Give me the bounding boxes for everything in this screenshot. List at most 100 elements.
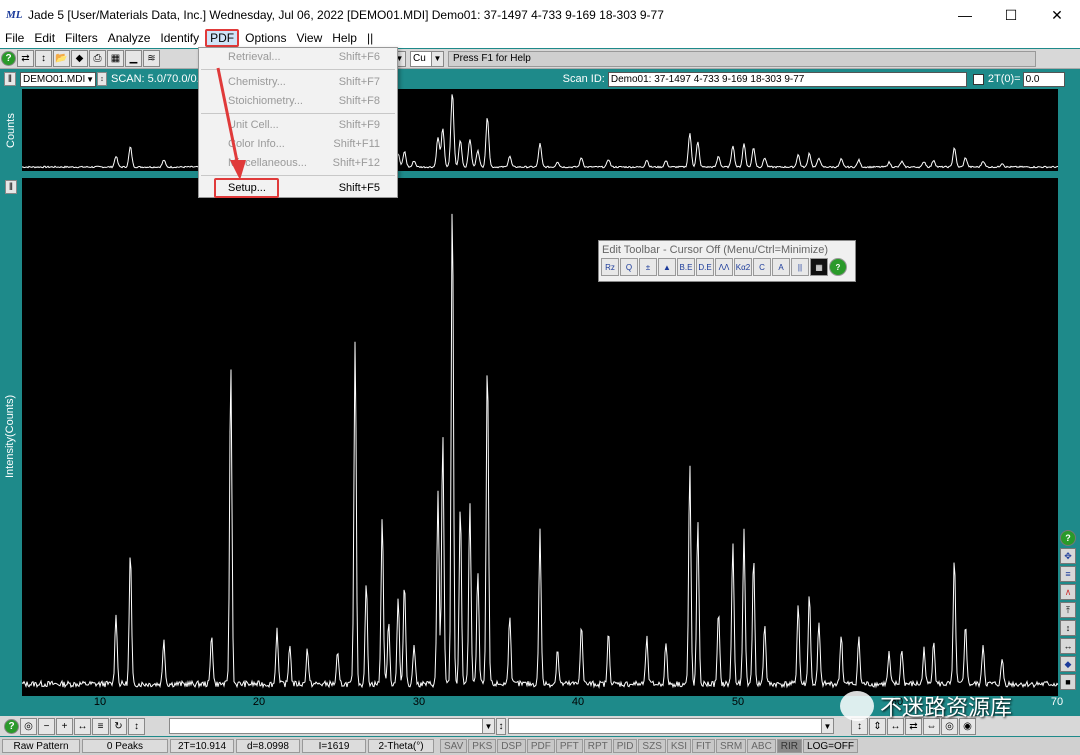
- pattern-icon[interactable]: ≋: [143, 50, 160, 67]
- x-tick-label: 10: [93, 696, 107, 708]
- scan-id-field[interactable]: Demo01: 37-1497 4-733 9-169 18-303 9-77: [607, 71, 967, 87]
- status-flag-pks[interactable]: PKS: [468, 739, 497, 753]
- maximize-button[interactable]: ☐: [988, 0, 1034, 30]
- vertical-icon[interactable]: ↕: [1060, 620, 1076, 636]
- bars-icon[interactable]: ▁: [125, 50, 142, 67]
- main-toolbar: ? ⇄ ↕ 📂 ◆ ⎙ ▦ ▁ ≋ ▼ Cu ▼ Press F1 for He…: [0, 49, 1080, 69]
- transfer-icon[interactable]: ⇄: [17, 50, 34, 67]
- status-flag-srm[interactable]: SRM: [716, 739, 747, 753]
- help-icon[interactable]: ?: [4, 718, 19, 734]
- overlay-selector[interactable]: ▼: [508, 718, 834, 734]
- menu-filters[interactable]: Filters: [60, 31, 103, 45]
- background-edit-icon[interactable]: B.E: [677, 258, 695, 276]
- file-selector[interactable]: DEMO01.MDI ▼: [20, 71, 96, 87]
- status-flag-szs[interactable]: SZS: [638, 739, 666, 753]
- side-toolbar: ? ✥ ≡ ∧ ⤒ ↕ ↔ ◆ ■: [1060, 530, 1078, 692]
- horizontal-icon[interactable]: ↔: [1060, 638, 1076, 654]
- menu-separator[interactable]: ||: [362, 31, 378, 45]
- scan-range: SCAN: 5.0/70.0/0.: [111, 73, 200, 85]
- twotheta-field[interactable]: 0.0: [1022, 71, 1065, 87]
- status-flag-rpt[interactable]: RPT: [583, 739, 612, 753]
- zoom-in-icon[interactable]: ✥: [1060, 548, 1076, 564]
- marker-icon[interactable]: A: [772, 258, 790, 276]
- status-flag-sav[interactable]: SAV: [440, 739, 468, 753]
- window-controls: — ☐ ✕: [942, 0, 1080, 30]
- status-peaks: 0 Peaks: [82, 739, 168, 753]
- grid-icon[interactable]: ▦: [810, 258, 828, 276]
- refresh-icon[interactable]: ↻: [110, 717, 127, 735]
- twotheta-checkbox[interactable]: [972, 73, 984, 85]
- menu-pdf[interactable]: PDF: [205, 29, 240, 47]
- compress-icon[interactable]: ≡: [1060, 566, 1076, 582]
- close-button[interactable]: ✕: [1034, 0, 1080, 30]
- watermark: 不迷路资源库: [840, 686, 1012, 726]
- status-mode: 2-Theta(°): [368, 739, 434, 753]
- chevron-down-icon: ▼: [482, 719, 494, 733]
- target-icon[interactable]: ◎: [20, 717, 37, 735]
- help-icon[interactable]: ?: [1060, 530, 1076, 546]
- peak-icon[interactable]: ∧: [1060, 584, 1076, 600]
- status-flag-pdf[interactable]: PDF: [526, 739, 555, 753]
- main-svg: [21, 213, 1059, 689]
- split-icon[interactable]: ↔: [74, 717, 91, 735]
- status-flag-fit[interactable]: FIT: [692, 739, 715, 753]
- lines-icon[interactable]: ||: [791, 258, 809, 276]
- menu-help[interactable]: Help: [327, 31, 362, 45]
- menu-edit[interactable]: Edit: [29, 31, 60, 45]
- menu-view[interactable]: View: [291, 31, 327, 45]
- status-flag-pft[interactable]: PFT: [555, 739, 583, 753]
- top-ylabel: Counts: [5, 113, 17, 148]
- x-tick-label: 20: [252, 696, 266, 708]
- menu-item-shortcut: Shift+F6: [338, 51, 380, 63]
- minimize-button[interactable]: —: [942, 0, 988, 30]
- clear-icon[interactable]: C: [753, 258, 771, 276]
- zoom-icon[interactable]: Q: [620, 258, 638, 276]
- twotheta-label: 2T(0)=: [987, 73, 1021, 85]
- menu-file[interactable]: File: [0, 31, 29, 45]
- file-name: DEMO01.MDI: [23, 73, 86, 85]
- help-icon[interactable]: ?: [829, 258, 847, 276]
- menu-item-shortcut: Shift+F8: [338, 95, 380, 107]
- diamond-icon[interactable]: ◆: [71, 50, 88, 67]
- status-flag-pid[interactable]: PID: [612, 739, 638, 753]
- updown-icon[interactable]: ↕: [128, 717, 145, 735]
- edit-toolbar-window[interactable]: Edit Toolbar - Cursor Off (Menu/Ctrl=Min…: [598, 240, 856, 282]
- status-flag-abc[interactable]: ABC: [747, 739, 776, 753]
- status-flag-dsp[interactable]: DSP: [497, 739, 526, 753]
- peaks-icon[interactable]: ΛΛ: [715, 258, 733, 276]
- scan-row: ‖ DEMO01.MDI ▼ ↕ SCAN: 5.0/70.0/0. Scan …: [0, 70, 1080, 88]
- save-icon[interactable]: ▦: [107, 50, 124, 67]
- open-folder-icon[interactable]: 📂: [53, 50, 70, 67]
- menu-options[interactable]: Options: [240, 31, 291, 45]
- spin-icon[interactable]: ↕: [496, 717, 506, 735]
- background-icon[interactable]: ±: [639, 258, 657, 276]
- menu-analyze[interactable]: Analyze: [103, 31, 156, 45]
- fit-icon[interactable]: ◆: [1060, 656, 1076, 672]
- top-icon[interactable]: ⤒: [1060, 602, 1076, 618]
- plus-icon[interactable]: +: [56, 717, 73, 735]
- print-icon[interactable]: ⎙: [89, 50, 106, 67]
- x-tick-label: 50: [731, 696, 745, 708]
- cursor-icon[interactable]: Rz: [601, 258, 619, 276]
- target-selector[interactable]: Cu ▼: [410, 50, 444, 67]
- stop-icon[interactable]: ■: [1060, 674, 1076, 690]
- pattern-selector[interactable]: ▼: [169, 718, 495, 734]
- updown-icon[interactable]: ↕: [35, 50, 52, 67]
- menu-item-shortcut: Shift+F11: [333, 138, 380, 150]
- collapse-icon[interactable]: ‖: [5, 180, 17, 194]
- main-plot[interactable]: [21, 178, 1059, 696]
- status-log[interactable]: LOG=OFF: [803, 739, 858, 753]
- minus-icon[interactable]: −: [38, 717, 55, 735]
- menu-identify[interactable]: Identify: [155, 31, 204, 45]
- peak-fill-icon[interactable]: ▲: [658, 258, 676, 276]
- help-icon[interactable]: ?: [1, 51, 16, 66]
- status-flag-ksi[interactable]: KSI: [666, 739, 691, 753]
- spin-icon[interactable]: ↕: [97, 72, 107, 86]
- stack-icon[interactable]: ≡: [92, 717, 109, 735]
- kalpha2-icon[interactable]: Kα2: [734, 258, 752, 276]
- data-edit-icon[interactable]: D.E: [696, 258, 714, 276]
- overview-plot[interactable]: [21, 89, 1059, 171]
- collapse-icon[interactable]: ‖: [4, 72, 16, 86]
- status-flag-rir[interactable]: RIR: [776, 739, 803, 753]
- menu-item-shortcut: Shift+F5: [338, 182, 380, 194]
